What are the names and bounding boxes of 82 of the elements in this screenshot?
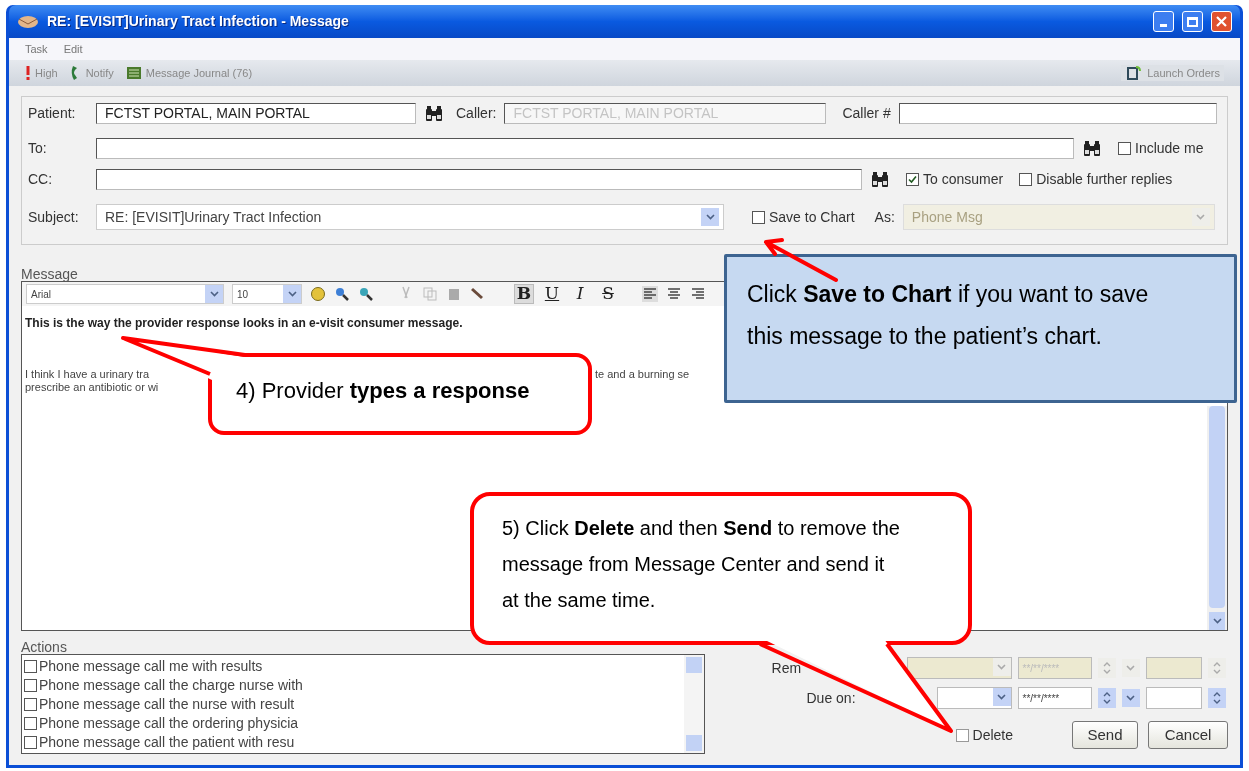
checkbox[interactable] xyxy=(24,698,37,711)
maximize-button[interactable] xyxy=(1182,11,1203,32)
format-button[interactable]: B xyxy=(514,284,534,304)
field-label: To: xyxy=(28,139,48,158)
field-label: Caller # xyxy=(842,104,891,123)
zoom-out-icon[interactable] xyxy=(358,286,374,302)
field-label: Save to Chart xyxy=(769,207,855,227)
message-text: te and a burning se xyxy=(595,368,690,381)
checkbox[interactable] xyxy=(1118,142,1131,155)
callout-text: 5) Click Delete and then Send to remove the message from Message Center and send it at the same time. xyxy=(502,516,901,613)
field-label: Message xyxy=(21,267,79,281)
menu-item[interactable]: Task xyxy=(25,40,48,58)
field-label: As: xyxy=(874,207,895,227)
close-button[interactable] xyxy=(1211,11,1232,32)
message-text: I think I have a urinary tra xyxy=(25,368,151,381)
spinner-icon[interactable] xyxy=(1207,688,1226,708)
subject-combo-box[interactable]: RE: [EVISIT]Urinary Tract Infection xyxy=(96,204,724,230)
checkbox[interactable] xyxy=(955,728,969,742)
time-field[interactable] xyxy=(1145,657,1202,679)
minimize-button[interactable] xyxy=(1153,11,1174,32)
time-field[interactable] xyxy=(1145,687,1202,709)
zoom-in-icon[interactable] xyxy=(334,286,350,302)
field-label: Subject: xyxy=(28,207,80,227)
format-button[interactable]: U xyxy=(542,284,562,304)
action-item[interactable]: Phone message call the charge nurse with xyxy=(24,676,684,695)
dialog-button[interactable]: Cancel xyxy=(1148,721,1228,749)
close-icon xyxy=(1216,16,1227,27)
text-field[interactable] xyxy=(96,169,862,190)
combo-value: Arial xyxy=(31,287,51,302)
action-item[interactable]: Phone message call me with results xyxy=(24,657,684,676)
menu-item[interactable]: Edit xyxy=(63,40,83,58)
align-left-icon[interactable] xyxy=(642,286,658,302)
exclamation-icon xyxy=(25,66,31,80)
response-text: This is the way the provider response looks in an e-visit consumer message. xyxy=(25,316,464,330)
binoculars-icon[interactable] xyxy=(870,171,890,188)
envelope-icon xyxy=(17,14,39,29)
field-label: CC: xyxy=(28,170,54,189)
text-field[interactable]: FCTST PORTAL, MAIN PORTAL xyxy=(96,103,416,124)
field-label: To consumer xyxy=(923,170,1004,189)
combo-value: Phone Msg xyxy=(911,207,983,227)
checkbox[interactable] xyxy=(1019,173,1033,186)
size-combo-box[interactable]: 10 xyxy=(232,284,302,304)
window-title: RE: [EVISIT]Urinary Tract Infection - Message xyxy=(47,12,350,31)
field-label: Disable further replies xyxy=(1036,170,1173,189)
callout-text: 4) Provider types a response xyxy=(236,378,530,403)
scrollbar[interactable] xyxy=(683,655,704,753)
checkbox[interactable] xyxy=(24,736,37,749)
binoculars-icon[interactable] xyxy=(424,105,444,122)
action-item[interactable]: Phone message call the patient with resu xyxy=(24,733,684,752)
format-button[interactable]: I xyxy=(570,284,590,304)
field-label: Caller: xyxy=(456,104,497,123)
note-text: Click Save to Chart if you want to save this message to the patient’s chart. xyxy=(747,280,1150,351)
binoculars-icon[interactable] xyxy=(1082,140,1102,157)
message-text: prescribe an antibiotic or wi xyxy=(25,381,159,394)
field-label: Delete xyxy=(972,725,1013,745)
checkbox[interactable] xyxy=(24,679,37,692)
action-item[interactable]: Phone message call the ordering physicia xyxy=(24,714,684,733)
field-label: Actions xyxy=(21,641,68,654)
checkbox[interactable] xyxy=(752,210,765,224)
journal-icon xyxy=(125,66,142,80)
text-field[interactable] xyxy=(96,138,1074,159)
refresh-icon xyxy=(1125,65,1144,81)
text-field[interactable] xyxy=(898,103,1217,124)
checkbox[interactable] xyxy=(24,717,37,730)
scrollbar[interactable] xyxy=(1207,406,1227,630)
dialog-button[interactable]: Send xyxy=(1072,721,1138,749)
combo-value: RE: [EVISIT]Urinary Tract Infection xyxy=(105,207,322,227)
field-label: Patient: xyxy=(28,104,77,123)
format-button[interactable]: S xyxy=(598,284,618,304)
combo-value: 10 xyxy=(237,287,249,302)
date-field[interactable]: **/**/**** xyxy=(1017,687,1092,709)
field-label: Due on: xyxy=(805,688,856,708)
align-center-icon[interactable] xyxy=(666,286,682,302)
checkbox[interactable] xyxy=(24,660,37,673)
align-right-icon[interactable] xyxy=(690,286,706,302)
checkbox[interactable] xyxy=(906,173,919,186)
action-item[interactable]: Phone message call the nurse with result xyxy=(24,695,684,714)
field-label: Rem xyxy=(771,658,803,678)
font-combo-box[interactable]: Arial xyxy=(26,284,224,304)
field-label: Include me xyxy=(1135,139,1204,158)
chevron-down-icon xyxy=(1212,618,1222,624)
spinner-icon[interactable] xyxy=(1097,688,1116,708)
